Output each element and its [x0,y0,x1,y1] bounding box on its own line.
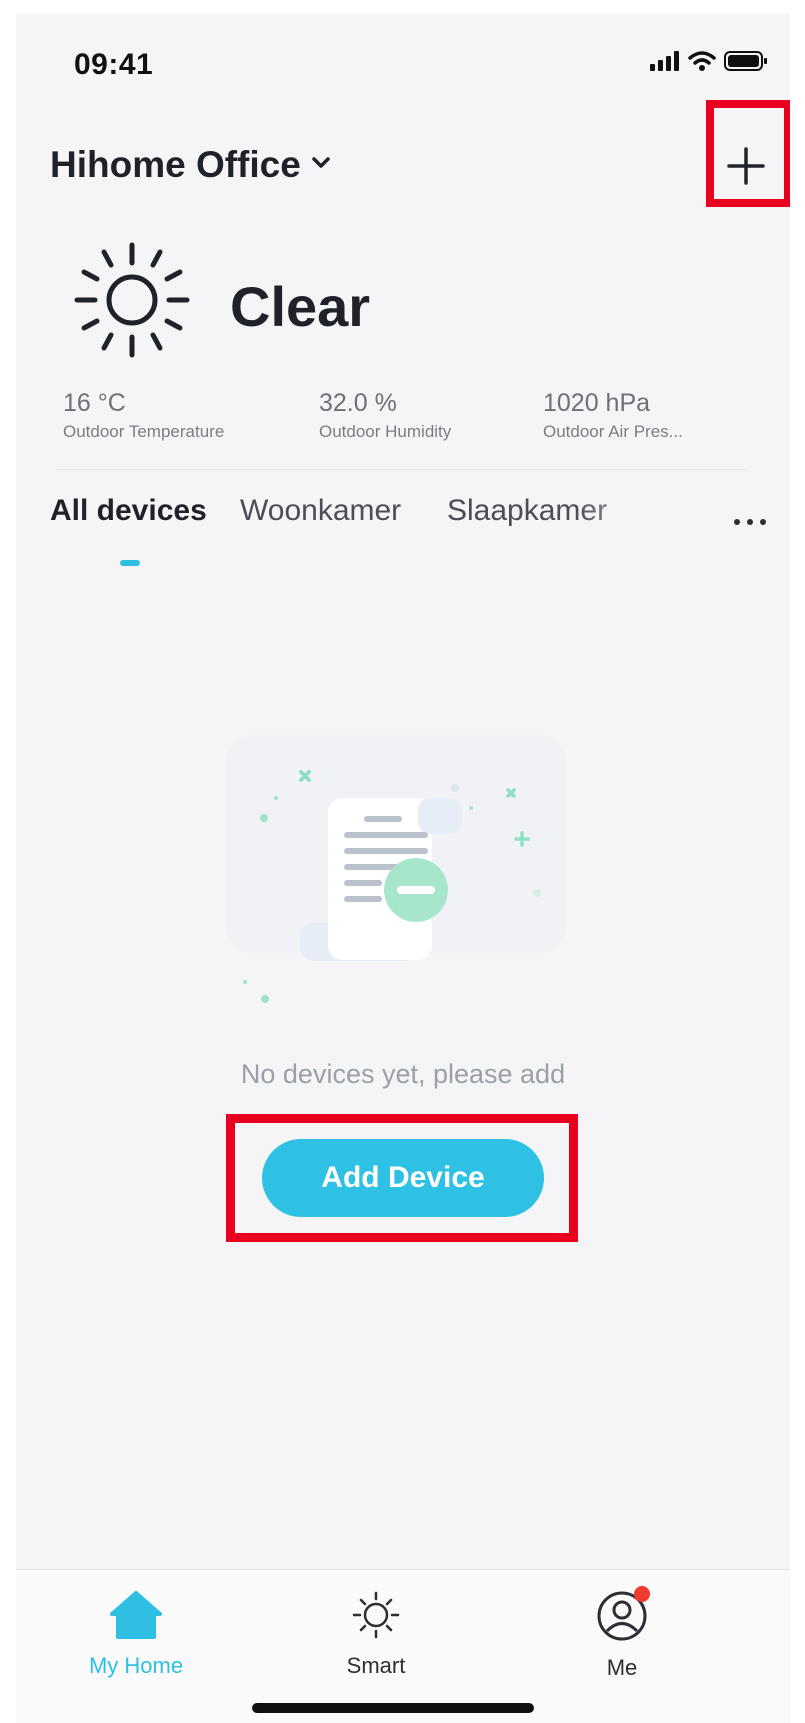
weather-panel: Clear 16 °C Outdoor Temperature 32.0 % O… [16,229,790,459]
tab-my-home[interactable]: My Home [66,1590,206,1679]
more-icon[interactable] [734,512,774,532]
home-name: Hihome Office [50,144,301,185]
add-button[interactable] [716,138,776,198]
battery-icon [724,50,768,77]
tab-indicator [120,560,140,566]
wifi-icon [688,50,716,77]
empty-document-icon [206,714,586,1004]
chevron-down-icon [311,156,331,175]
user-icon [596,1586,650,1647]
stat-value: 32.0 % [319,389,397,417]
tab-all-devices[interactable]: All devices [50,494,207,528]
home-indicator [252,1703,534,1713]
tab-smart[interactable]: Smart [306,1590,446,1679]
app-screen: 09:41 Hihome Office Clear 16 °C Outdoor … [16,14,790,1723]
stat-label: Outdoor Air Pres... [543,422,683,441]
stat-value: 16 °C [63,389,126,417]
tab-woonkamer[interactable]: Woonkamer [240,494,401,528]
stat-value: 1020 hPa [543,389,651,417]
tab-me[interactable]: Me [552,1586,692,1681]
home-selector[interactable]: Hihome Office [50,144,331,186]
status-bar: 09:41 [16,14,790,114]
stat-label: Outdoor Humidity [319,422,452,441]
stat-label: Outdoor Temperature [63,422,225,441]
header: Hihome Office [16,114,790,224]
tab-label: Me [606,1655,638,1680]
empty-state-message: No devices yet, please add [240,1059,566,1089]
status-icons [650,50,768,77]
outdoor-temperature: 16 °C Outdoor Temperature [63,389,224,442]
outdoor-humidity: 32.0 % Outdoor Humidity [319,389,451,442]
tab-label: Smart [346,1653,406,1678]
tab-slaapkamer[interactable]: Slaapkamer [447,494,607,528]
sun-icon [71,239,193,361]
divider [56,469,746,470]
outdoor-air-pressure: 1020 hPa Outdoor Air Pres... [543,389,683,442]
home-icon [108,1591,164,1644]
notification-badge [634,1586,650,1602]
bottom-tab-bar: My Home Smart Me [16,1569,790,1723]
sun-icon [351,1591,401,1644]
add-device-button[interactable]: Add Device [262,1139,544,1217]
status-time: 09:41 [74,48,154,81]
signal-icon [650,51,680,76]
tab-label: My Home [88,1653,184,1678]
plus-icon [726,146,766,191]
weather-condition: Clear [230,275,371,338]
